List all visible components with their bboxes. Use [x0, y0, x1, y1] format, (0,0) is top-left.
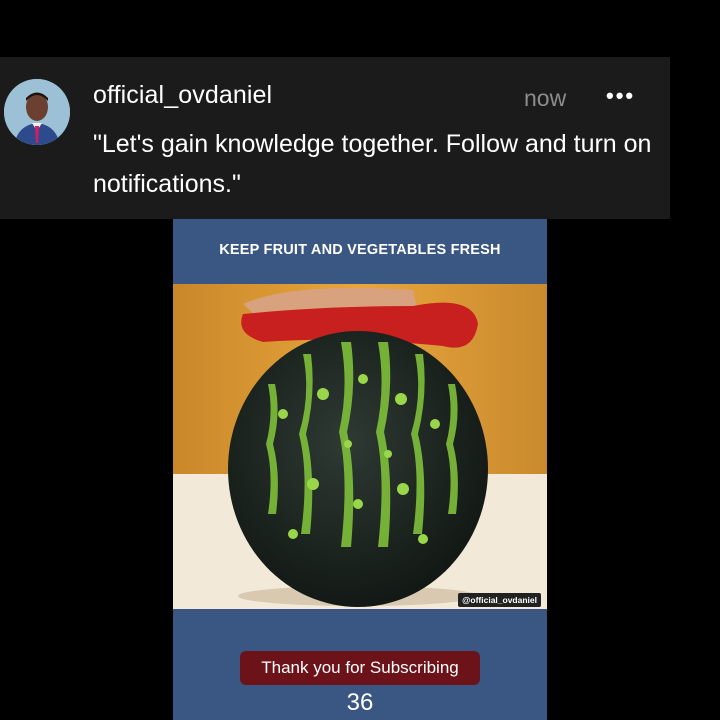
username[interactable]: official_ovdaniel: [93, 81, 272, 110]
timestamp: now: [524, 85, 567, 111]
video-title: KEEP FRUIT AND VEGETABLES FRESH: [219, 242, 501, 258]
more-options-icon[interactable]: •••: [606, 83, 635, 109]
video-thumbnail[interactable]: KEEP FRUIT AND VEGETABLES FRESH @officia…: [173, 219, 547, 720]
avatar[interactable]: [4, 79, 70, 145]
subscribe-banner: Thank you for Subscribing: [240, 651, 480, 685]
avatar-photo-icon: [4, 79, 70, 145]
subscriber-count: 36: [346, 689, 374, 716]
watermark-label: @official_ovdaniel: [458, 593, 541, 607]
message-text: "Let's gain knowledge together. Follow a…: [93, 130, 652, 198]
watermelon-image: [173, 284, 547, 609]
